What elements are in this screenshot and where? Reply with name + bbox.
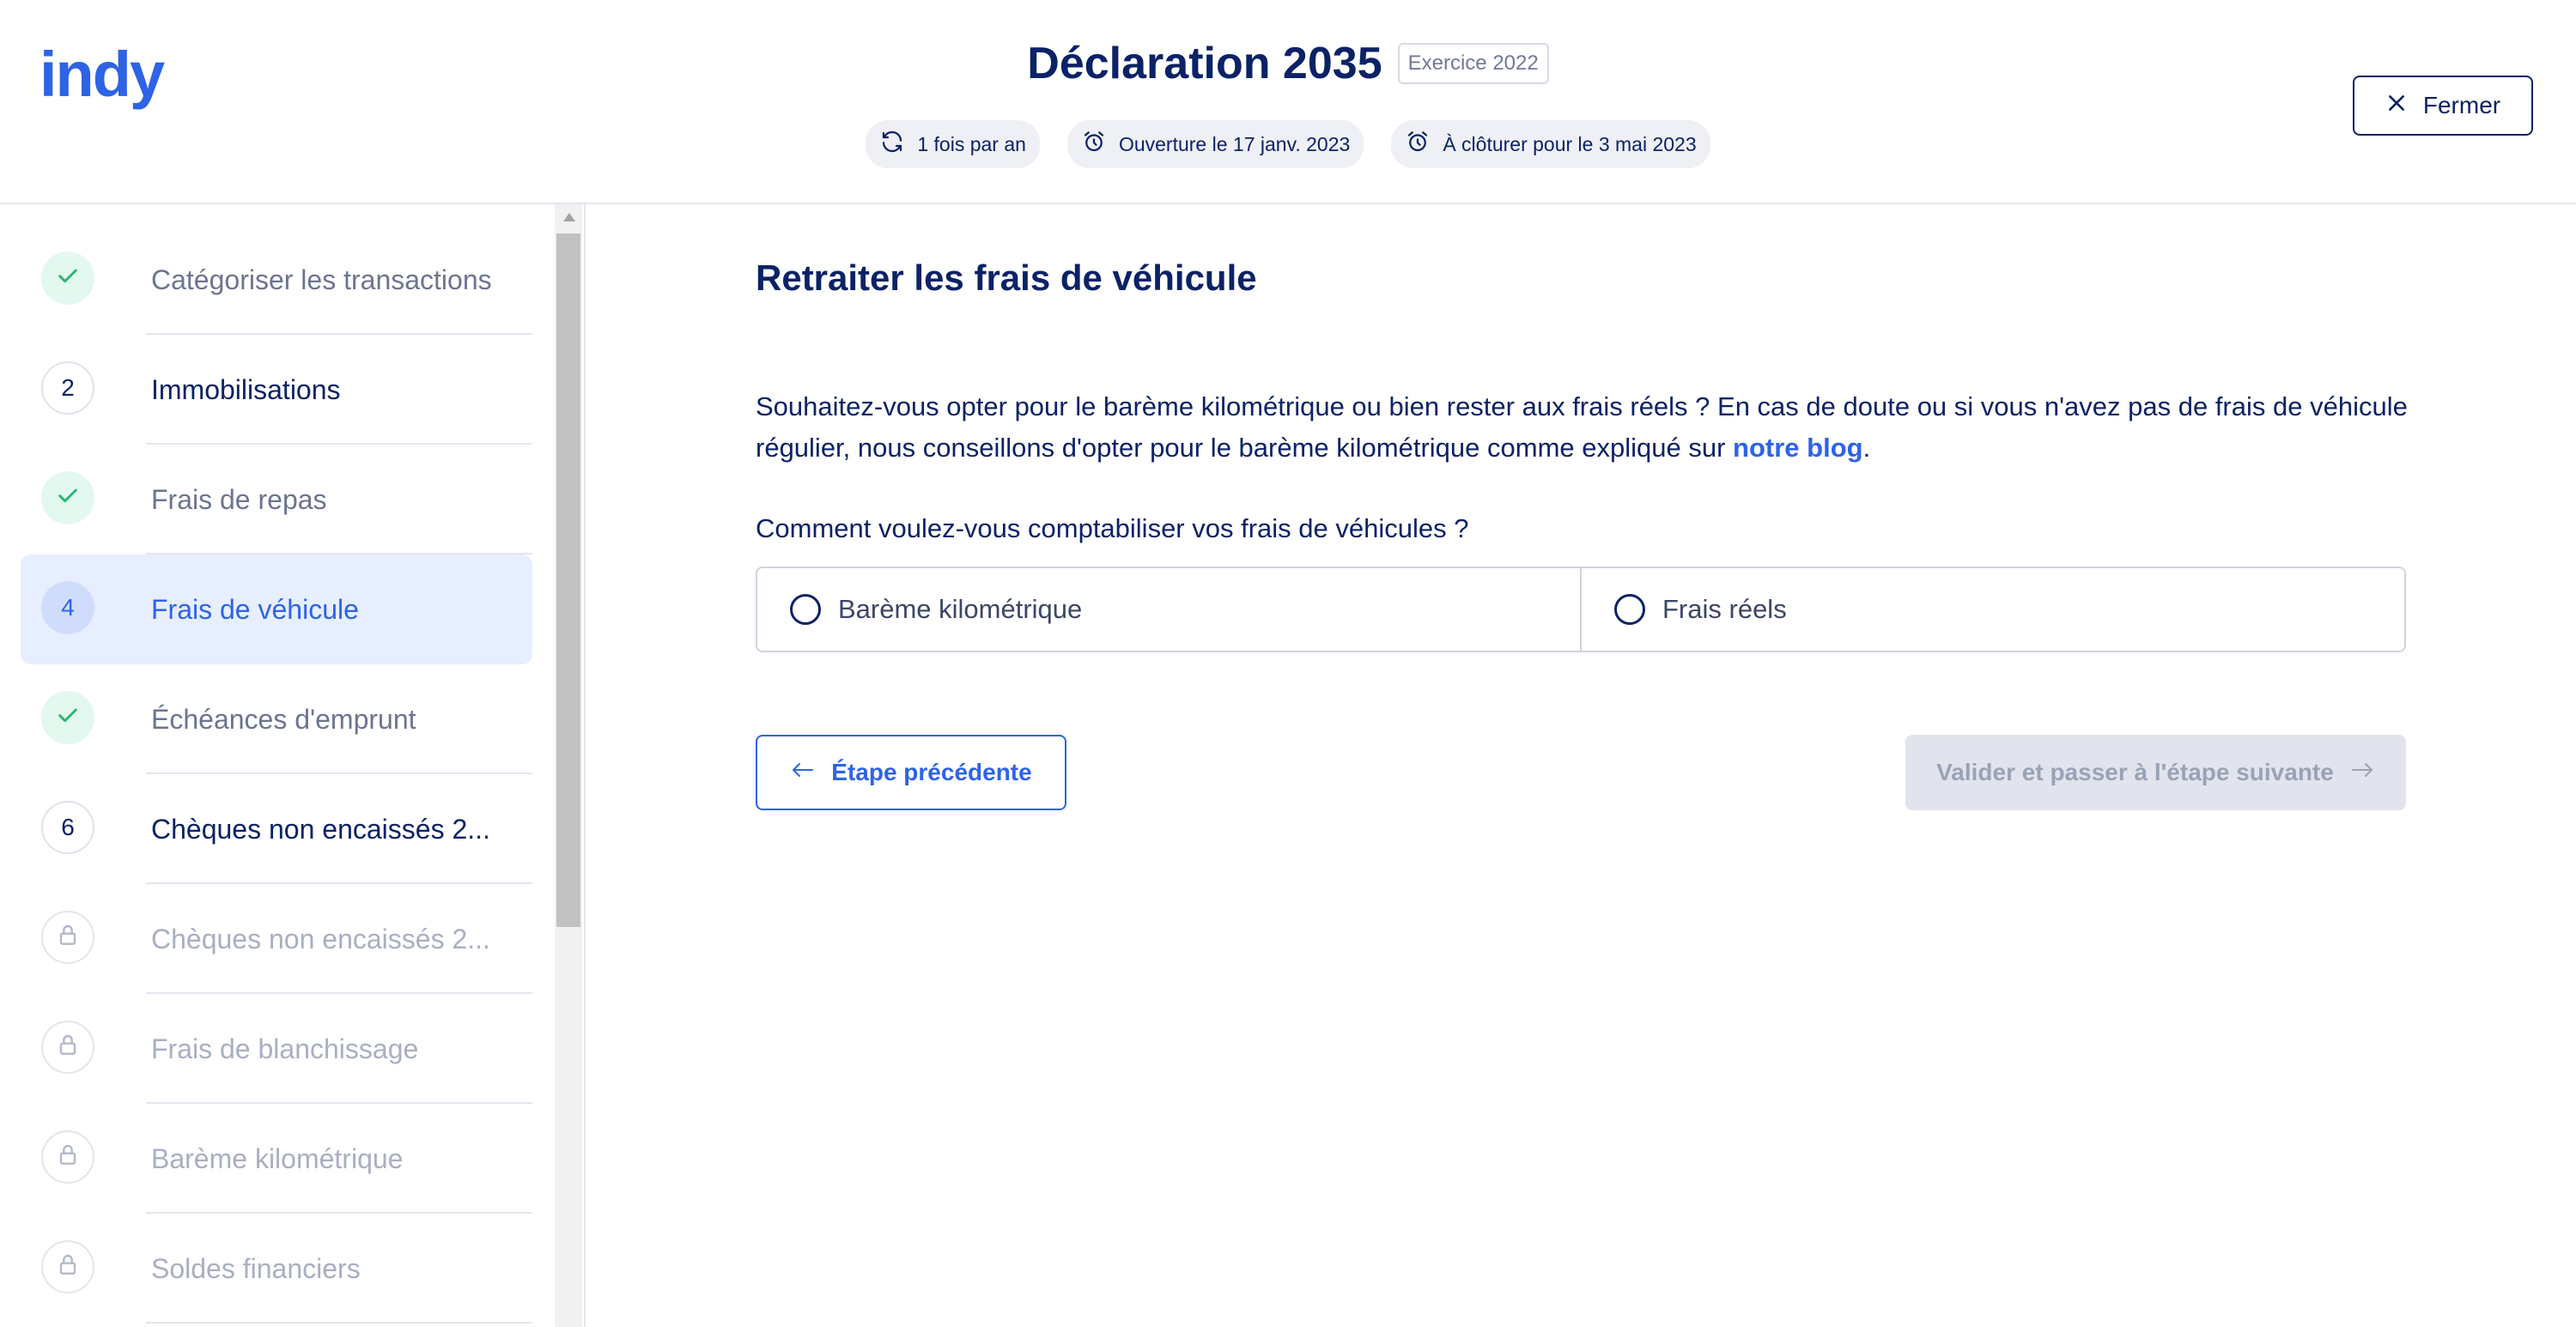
radio-button[interactable]: [1614, 594, 1645, 625]
step-frais-de-repas[interactable]: Frais de repas: [21, 445, 532, 554]
option-label: Frais réels: [1662, 594, 1787, 624]
page-title: Déclaration 2035: [1027, 39, 1382, 88]
refresh-icon: [879, 129, 905, 160]
description-end: .: [1862, 433, 1871, 463]
check-icon: [54, 262, 82, 295]
step-locked-marker: [41, 911, 94, 964]
step-label: Soldes financiers: [151, 1253, 361, 1284]
option-label: Barème kilométrique: [838, 594, 1083, 624]
step-label: Frais de repas: [151, 484, 327, 515]
closing-date-chip: À clôturer pour le 3 mai 2023: [1391, 120, 1710, 168]
option-frais-reels[interactable]: Frais réels: [1580, 568, 2404, 651]
step-label: Immobilisations: [151, 374, 341, 405]
close-button[interactable]: Fermer: [2353, 76, 2533, 136]
section-title: Retraiter les frais de véhicule: [756, 258, 1257, 298]
step-number-marker: 4: [41, 581, 94, 634]
step-soldes-financiers: Soldes financiers: [21, 1214, 532, 1324]
step-cheques-non-encaisses-2: Chèques non encaissés 2...: [21, 884, 532, 994]
question-label: Comment voulez-vous comptabiliser vos fr…: [756, 513, 1469, 543]
option-bareme-kilometrique[interactable]: Barème kilométrique: [757, 568, 1580, 651]
previous-step-label: Étape précédente: [831, 759, 1032, 785]
scrollbar-thumb[interactable]: [556, 233, 580, 927]
alarm-clock-icon: [1081, 129, 1107, 160]
step-label: Chèques non encaissés 2...: [151, 924, 490, 954]
info-chips: 1 fois par an Ouverture le 17 janv. 2023…: [0, 120, 2576, 168]
step-label: Chèques non encaissés 2...: [151, 814, 490, 845]
previous-step-button[interactable]: Étape précédente: [756, 735, 1066, 810]
lock-icon: [54, 1251, 82, 1284]
step-immobilisations[interactable]: 2 Immobilisations: [21, 335, 532, 445]
step-divider: [146, 1322, 532, 1324]
step-label: Catégoriser les transactions: [151, 264, 492, 295]
step-frais-de-vehicule[interactable]: 4 Frais de véhicule: [21, 554, 532, 664]
exercice-badge: Exercice 2022: [1397, 43, 1549, 84]
opening-date-chip: Ouverture le 17 janv. 2023: [1066, 120, 1364, 168]
chip-label: 1 fois par an: [917, 132, 1026, 155]
step-bareme-kilometrique: Barème kilométrique: [21, 1104, 532, 1214]
main-content: Retraiter les frais de véhicule Souhaite…: [586, 204, 2576, 1327]
alarm-clock-icon: [1405, 129, 1431, 160]
step-echeances-emprunt[interactable]: Échéances d'emprunt: [21, 664, 532, 774]
step-categoriser-transactions[interactable]: Catégoriser les transactions: [21, 225, 532, 335]
arrow-right-icon: [2349, 759, 2375, 786]
lock-icon: [54, 921, 82, 954]
step-locked-marker: [41, 1021, 94, 1074]
step-locked-marker: [41, 1240, 94, 1294]
close-label: Fermer: [2422, 92, 2501, 118]
chip-label: Ouverture le 17 janv. 2023: [1118, 132, 1351, 155]
chip-label: À clôturer pour le 3 mai 2023: [1443, 132, 1697, 155]
check-icon: [54, 482, 82, 515]
lock-icon: [54, 1141, 82, 1174]
title-row: Déclaration 2035 Exercice 2022: [0, 38, 2576, 89]
steps-sidebar: Catégoriser les transactions 2 Immobilis…: [0, 204, 586, 1327]
validate-next-step-button[interactable]: Valider et passer à l'étape suivante: [1905, 735, 2406, 810]
lock-icon: [54, 1031, 82, 1064]
sidebar-scrollbar[interactable]: [555, 204, 582, 1327]
close-icon: [2385, 92, 2408, 120]
step-locked-marker: [41, 1130, 94, 1184]
step-label: Frais de véhicule: [151, 594, 359, 625]
next-step-label: Valider et passer à l'étape suivante: [1936, 759, 2334, 785]
step-done-marker: [41, 691, 94, 744]
step-cheques-non-encaisses-1[interactable]: 6 Chèques non encaissés 2...: [21, 774, 532, 884]
description-body: Souhaitez-vous opter pour le barème kilo…: [756, 391, 2408, 463]
step-frais-de-blanchissage: Frais de blanchissage: [21, 994, 532, 1104]
arrow-left-icon: [790, 759, 816, 786]
step-label: Échéances d'emprunt: [151, 704, 416, 735]
scroll-up-arrow-icon[interactable]: [563, 213, 575, 221]
step-done-marker: [41, 251, 94, 305]
step-number-marker: 6: [41, 801, 94, 854]
description-text: Souhaitez-vous opter pour le barème kilo…: [756, 386, 2413, 469]
check-icon: [54, 701, 82, 735]
vehicle-expense-options: Barème kilométrique Frais réels: [756, 567, 2406, 652]
step-number-marker: 2: [41, 361, 94, 415]
radio-button[interactable]: [790, 594, 821, 625]
step-done-marker: [41, 471, 94, 524]
step-label: Frais de blanchissage: [151, 1033, 419, 1064]
frequency-chip: 1 fois par an: [866, 120, 1040, 168]
top-header: indy Déclaration 2035 Exercice 2022 1 fo…: [0, 0, 2576, 204]
blog-link[interactable]: notre blog: [1733, 433, 1863, 463]
step-label: Barème kilométrique: [151, 1143, 404, 1174]
